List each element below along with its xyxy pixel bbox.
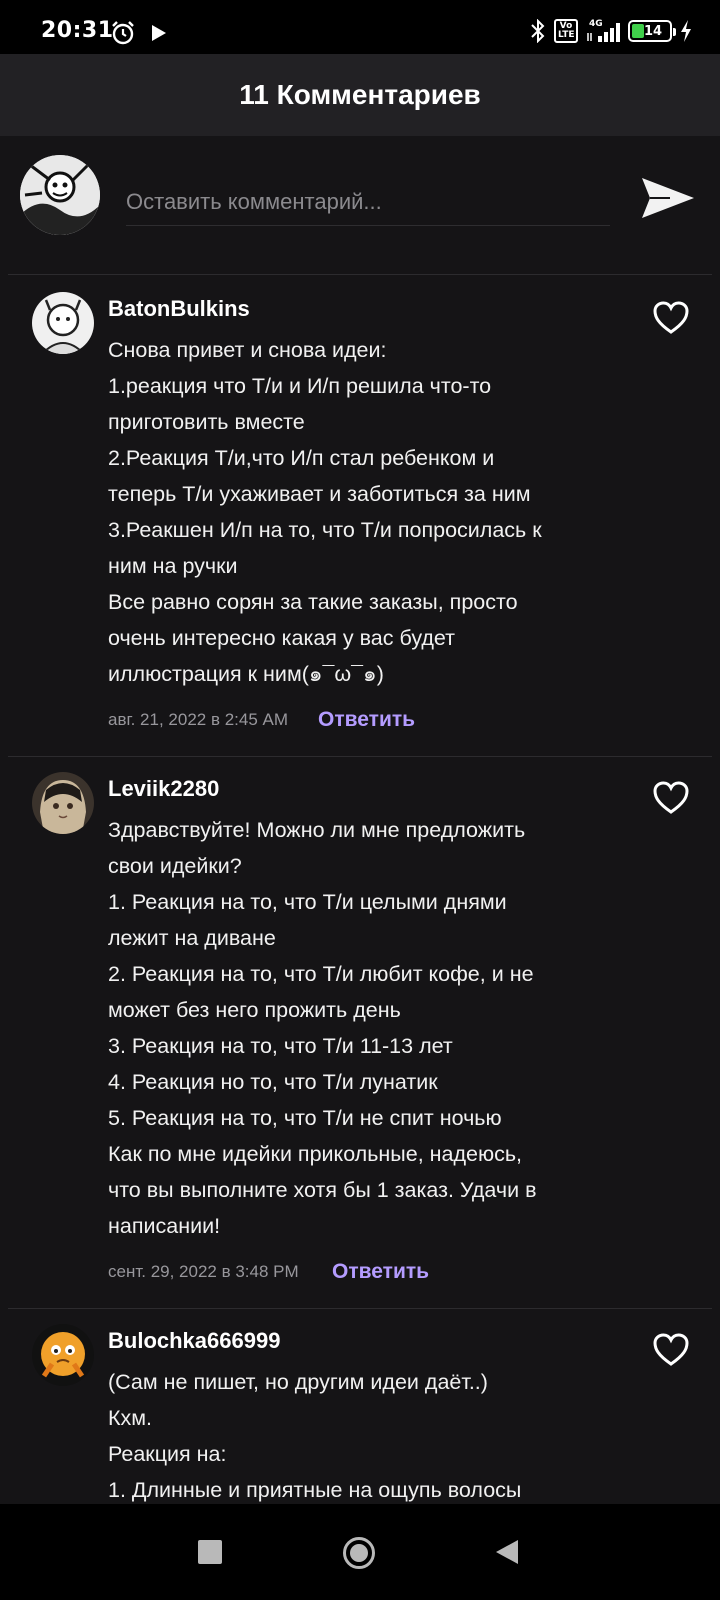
comment-line: 2. Реакция на то, что Т/и любит кофе, и … — [108, 962, 534, 986]
comment-username[interactable]: Leviik2280 — [108, 776, 219, 802]
reply-button[interactable]: Ответить — [332, 1260, 429, 1284]
comments-header: 11 Комментариев — [0, 54, 720, 136]
comment-text: Здравствуйте! Можно ли мне предложить св… — [108, 812, 598, 1244]
comment-line: Все равно сорян за такие заказы, просто — [108, 590, 518, 614]
reply-button[interactable]: Ответить — [318, 708, 415, 732]
page-title: 11 Комментариев — [239, 79, 481, 110]
divider — [8, 1308, 712, 1309]
current-user-avatar[interactable] — [20, 155, 100, 235]
comment-text: Снова привет и снова идеи: 1.реакция что… — [108, 332, 598, 692]
comment-date: сент. 29, 2022 в 3:48 PM — [108, 1262, 299, 1281]
comment-username[interactable]: Bulochka666999 — [108, 1328, 280, 1354]
play-icon — [152, 25, 166, 41]
battery-icon: 14 — [628, 20, 676, 42]
comment-line: Реакция на: — [108, 1442, 227, 1466]
comment-line: что вы выполните хотя бы 1 заказ. Удачи … — [108, 1178, 537, 1202]
comment-line: может без него прожить день — [108, 998, 401, 1022]
heart-icon[interactable] — [652, 1332, 690, 1368]
comment-line: 5. Реакция на то, что Т/и не спит ночью — [108, 1106, 502, 1130]
volte-label: Vo LTE — [558, 21, 575, 40]
comment-line: 3. Реакция на то, что Т/и 11-13 лет — [108, 1034, 453, 1058]
comment-username[interactable]: BatonBulkins — [108, 296, 250, 322]
comment-line: 1.реакция что Т/и и И/п решила что-то — [108, 374, 492, 398]
status-icons: Vo LTE 4G 14 — [530, 18, 692, 44]
comment-line: Как по мне идейки прикольные, надеюсь, — [108, 1142, 523, 1166]
alarm-icon — [112, 21, 134, 45]
comment-line: 3.Реакшен И/п на то, что Т/и попросилась… — [108, 518, 542, 542]
comment-line: очень интересно какая у вас будет — [108, 626, 455, 650]
comment-line: свои идейки? — [108, 854, 242, 878]
bluetooth-icon — [531, 19, 545, 43]
volte-badge: Vo LTE — [554, 19, 578, 43]
comment-line: 1. Длинные и приятные на ощупь волосы — [108, 1478, 522, 1502]
comment-line: 2.Реакция Т/и,что И/п стал ребенком и — [108, 446, 495, 470]
comment-line: теперь Т/и ухаживает и заботиться за ним — [108, 482, 531, 506]
status-time: 20:31 — [41, 18, 114, 43]
divider — [8, 756, 712, 757]
comment-line: иллюстрация к ним(๑¯ω¯๑) — [108, 662, 384, 686]
comment-line: (Сам не пишет, но другим идеи даёт..) — [108, 1370, 488, 1394]
send-icon[interactable] — [640, 170, 696, 226]
nav-back-icon[interactable] — [494, 1538, 520, 1566]
comment-line: Снова привет и снова идеи: — [108, 338, 387, 362]
comment-text: (Сам не пишет, но другим идеи даёт..) Кх… — [108, 1364, 598, 1504]
comment-line: 4. Реакция но то, что Т/и лунатик — [108, 1070, 438, 1094]
comment-line: 1. Реакция на то, что Т/и целыми днями — [108, 890, 507, 914]
avatar[interactable] — [32, 772, 94, 834]
heart-icon[interactable] — [652, 780, 690, 816]
navigation-bar — [0, 1504, 720, 1600]
comment-line: ним на ручки — [108, 554, 238, 578]
comment-line: Кхм. — [108, 1406, 153, 1430]
battery-level: 14 — [643, 23, 663, 39]
nav-recents-icon[interactable] — [198, 1540, 222, 1564]
comment-line: написании! — [108, 1214, 221, 1238]
avatar[interactable] — [32, 292, 94, 354]
signal-icon: 4G — [586, 19, 620, 43]
divider — [8, 274, 712, 275]
comment-item: Bulochka666999 (Сам не пишет, но другим … — [0, 1324, 720, 1504]
avatar[interactable] — [32, 1324, 94, 1386]
charging-icon — [681, 20, 691, 42]
comment-input[interactable] — [126, 178, 610, 226]
comment-date: авг. 21, 2022 в 2:45 AM — [108, 710, 289, 729]
comment-line: приготовить вместе — [108, 410, 305, 434]
nav-home-icon[interactable] — [342, 1536, 376, 1570]
heart-icon[interactable] — [652, 300, 690, 336]
comment-line: лежит на диване — [108, 926, 276, 950]
comment-line: Здравствуйте! Можно ли мне предложить — [108, 818, 526, 842]
comment-composer — [0, 136, 720, 274]
status-bar: 20:31 Vo LTE 4G 14 — [0, 0, 720, 54]
